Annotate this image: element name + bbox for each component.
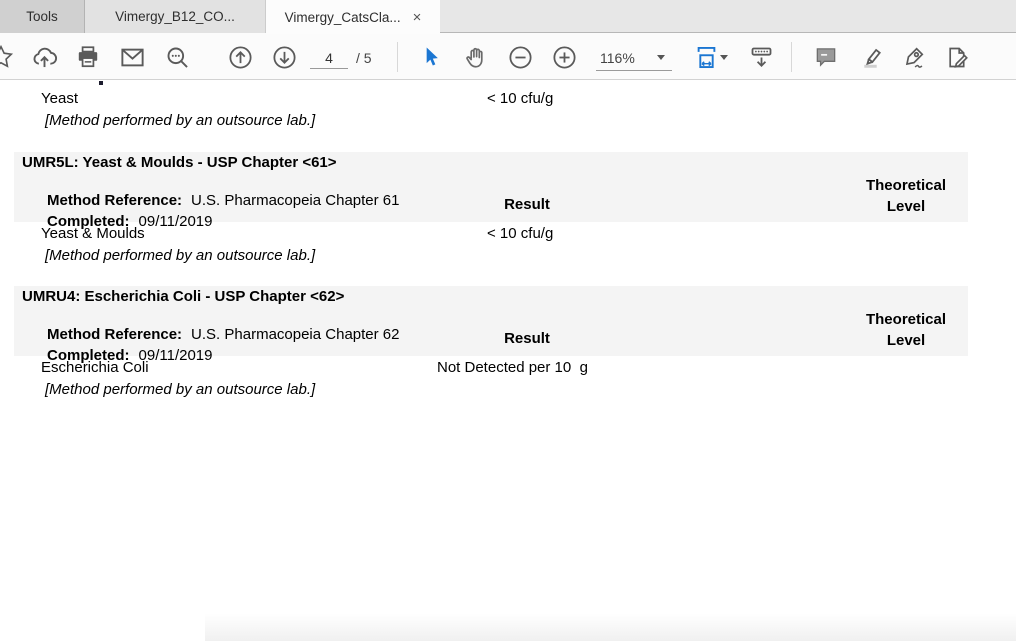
fill-and-sign-icon[interactable] xyxy=(943,43,971,71)
zoom-out-icon[interactable] xyxy=(506,43,534,71)
tab-catsclaw-label: Vimergy_CatsCla... xyxy=(285,10,401,25)
page-down-icon[interactable] xyxy=(270,43,298,71)
method-note: [Method performed by an outsource lab.] xyxy=(45,247,315,264)
sign-icon[interactable] xyxy=(899,43,927,71)
method-reference-value: U.S. Pharmacopeia Chapter 62 xyxy=(191,326,399,343)
clipped-text-fragment xyxy=(99,81,103,85)
section-title: UMR5L: Yeast & Moulds - USP Chapter <61> xyxy=(22,154,337,171)
star-icon[interactable] xyxy=(0,43,15,71)
theoretical-label: Theoretical xyxy=(856,309,956,330)
theoretical-level-column-header: Theoretical Level xyxy=(856,309,956,351)
scrolling-mode-icon[interactable] xyxy=(747,43,775,71)
zoom-level-dropdown[interactable]: 116% xyxy=(596,45,672,71)
chevron-down-icon xyxy=(657,55,665,60)
search-icon[interactable] xyxy=(163,43,191,71)
section-header-umru4: UMRU4: Escherichia Coli - USP Chapter <6… xyxy=(14,286,968,356)
tab-tools-label: Tools xyxy=(26,9,58,24)
fit-width-chevron-icon[interactable] xyxy=(720,55,728,60)
page-up-icon[interactable] xyxy=(226,43,254,71)
method-note: [Method performed by an outsource lab.] xyxy=(45,381,315,398)
main-toolbar: / 5 116% xyxy=(0,33,1016,80)
analyte-name: Yeast & Moulds xyxy=(41,225,145,242)
theoretical-level-column-header: Theoretical Level xyxy=(856,175,956,217)
level-label: Level xyxy=(856,330,956,351)
zoom-level-value: 116% xyxy=(600,50,635,66)
print-icon[interactable] xyxy=(74,43,102,71)
completed-value: 09/11/2019 xyxy=(139,347,213,364)
page-number-input[interactable] xyxy=(310,47,348,69)
zoom-in-icon[interactable] xyxy=(550,43,578,71)
toolbar-separator xyxy=(791,42,792,72)
method-reference-value: U.S. Pharmacopeia Chapter 61 xyxy=(191,192,399,209)
pdf-reader-window: { "colors": { "accent_blue": "#1b76d2", … xyxy=(0,0,1016,641)
select-tool-icon[interactable] xyxy=(417,43,445,71)
email-icon[interactable] xyxy=(118,43,146,71)
analyte-result: < 10 cfu/g xyxy=(487,90,553,107)
method-note: [Method performed by an outsource lab.] xyxy=(45,112,315,129)
comment-icon[interactable] xyxy=(812,43,840,71)
analyte-name: Escherichia Coli xyxy=(41,359,149,376)
tab-document-catsclaw-active[interactable]: Vimergy_CatsCla... × xyxy=(266,0,440,34)
fit-width-icon[interactable] xyxy=(692,43,720,71)
result-column-header: Result xyxy=(477,330,577,347)
theoretical-label: Theoretical xyxy=(856,175,956,196)
hand-tool-icon[interactable] xyxy=(462,43,490,71)
tab-close-icon[interactable]: × xyxy=(413,10,422,25)
highlight-icon[interactable] xyxy=(856,43,884,71)
page-bottom-shadow xyxy=(205,613,1016,641)
analyte-name: Yeast xyxy=(41,90,78,107)
document-page: Yeast < 10 cfu/g [Method performed by an… xyxy=(0,81,1016,641)
analyte-result: < 10 cfu/g xyxy=(487,225,553,242)
page-total-label: / 5 xyxy=(356,50,372,66)
tab-b12-label: Vimergy_B12_CO... xyxy=(115,9,235,24)
level-label: Level xyxy=(856,196,956,217)
toolbar-separator xyxy=(397,42,398,72)
tab-bar: Tools Vimergy_B12_CO... Vimergy_CatsCla.… xyxy=(0,0,1016,33)
completed-value: 09/11/2019 xyxy=(139,213,213,230)
tab-document-b12[interactable]: Vimergy_B12_CO... xyxy=(85,0,266,33)
result-column-header: Result xyxy=(477,196,577,213)
cloud-upload-icon[interactable] xyxy=(30,43,58,71)
section-header-umr5l: UMR5L: Yeast & Moulds - USP Chapter <61>… xyxy=(14,152,968,222)
tab-tools[interactable]: Tools xyxy=(0,0,85,33)
analyte-result: Not Detected per 10 g xyxy=(437,359,588,376)
section-title: UMRU4: Escherichia Coli - USP Chapter <6… xyxy=(22,288,344,305)
